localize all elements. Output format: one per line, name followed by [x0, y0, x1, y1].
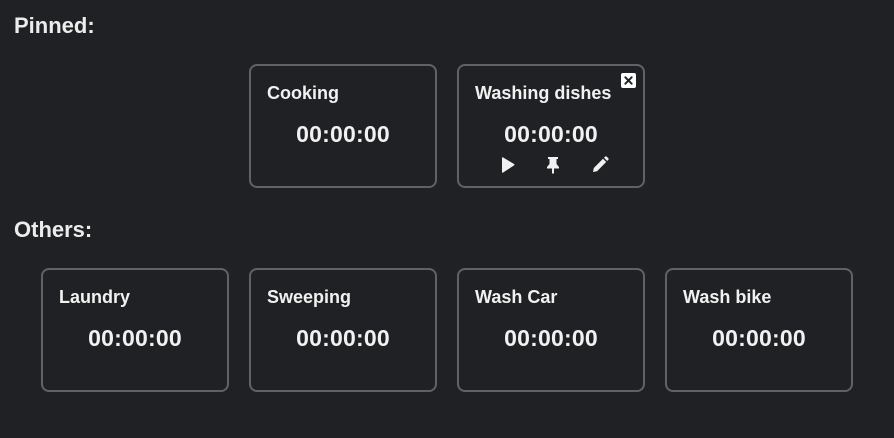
close-button[interactable]: [621, 73, 636, 88]
play-icon: [502, 157, 515, 173]
timer-card-wash-car[interactable]: Wash Car 00:00:00: [457, 268, 645, 392]
timer-board: Pinned: Cooking 00:00:00 Washing dishes …: [0, 0, 894, 438]
timer-card-time: 00:00:00: [296, 325, 390, 351]
card-actions: [459, 155, 643, 175]
timer-card-title: Wash Car: [475, 287, 558, 307]
timer-card-title: Laundry: [59, 287, 131, 307]
pencil-icon: [593, 156, 609, 172]
pin-button[interactable]: [543, 155, 563, 175]
timer-card-sweeping[interactable]: Sweeping 00:00:00: [249, 268, 437, 392]
play-button[interactable]: [498, 155, 518, 175]
timer-card-title: Cooking: [267, 83, 339, 103]
timer-card-wash-bike[interactable]: Wash bike 00:00:00: [665, 268, 853, 392]
timer-card-time: 00:00:00: [88, 325, 182, 351]
timer-card-laundry[interactable]: Laundry 00:00:00: [41, 268, 229, 392]
timer-card-title: Washing dishes: [475, 83, 612, 103]
edit-button[interactable]: [590, 155, 610, 175]
timer-card-time: 00:00:00: [712, 325, 806, 351]
timer-card-cooking[interactable]: Cooking 00:00:00: [249, 64, 437, 188]
close-icon: [624, 76, 633, 85]
timer-card-title: Wash bike: [683, 287, 772, 307]
timer-card-washing-dishes[interactable]: Washing dishes 00:00:00: [457, 64, 645, 188]
timer-card-time: 00:00:00: [504, 121, 598, 147]
others-section-title: Others:: [14, 217, 93, 242]
timer-card-time: 00:00:00: [296, 121, 390, 147]
pin-icon: [547, 157, 559, 174]
timer-card-title: Sweeping: [267, 287, 352, 307]
pinned-section-title: Pinned:: [14, 13, 95, 38]
timer-card-time: 00:00:00: [504, 325, 598, 351]
